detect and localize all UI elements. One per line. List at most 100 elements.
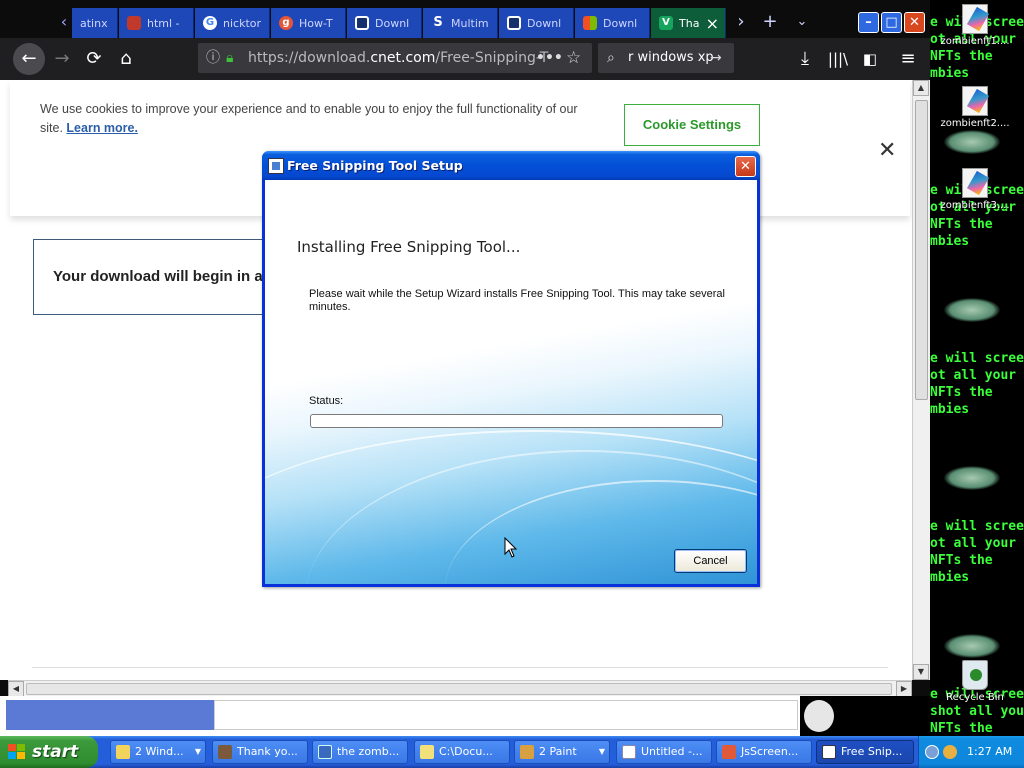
close-window-button[interactable]: ✕ bbox=[904, 12, 925, 33]
tab-3[interactable]: G nicktor bbox=[195, 8, 270, 38]
desktop-icon-zombienft3[interactable]: zombienft3.... bbox=[930, 168, 1020, 211]
tab-2[interactable]: html - bbox=[119, 8, 194, 38]
taskbar-item-documents[interactable]: C:\Docu... bbox=[414, 740, 510, 764]
scroll-tabs-right-icon[interactable]: › bbox=[729, 10, 753, 34]
start-label: start bbox=[32, 742, 79, 762]
tab-5[interactable]: Downl bbox=[347, 8, 422, 38]
desktop-icon-zombienft2[interactable]: zombienft2.... bbox=[930, 86, 1020, 129]
panel-field bbox=[214, 700, 798, 730]
taskbar-item-label: Free Snip... bbox=[841, 745, 903, 758]
url-bar[interactable]: ⓘ 🔒︎ https://download.cnet.com/Free-Snip… bbox=[198, 43, 592, 73]
search-input[interactable]: r windows xp bbox=[628, 50, 714, 65]
search-bar[interactable]: ⌕ r windows xp → bbox=[598, 43, 734, 73]
minimize-button[interactable]: – bbox=[858, 12, 879, 33]
installer-icon bbox=[822, 745, 836, 759]
tab-label: Multim bbox=[451, 16, 489, 30]
url-host: cnet.com bbox=[370, 50, 436, 66]
search-go-icon[interactable]: → bbox=[710, 43, 722, 73]
sidebar-icon[interactable]: ◧ bbox=[854, 43, 886, 75]
taskbar-item-paint[interactable]: 2 Paint ▼ bbox=[514, 740, 610, 764]
taskbar-item-label: the zomb... bbox=[337, 745, 400, 758]
horizontal-scroll-thumb[interactable] bbox=[26, 683, 892, 695]
tab-label: Downl bbox=[375, 16, 410, 30]
reload-icon[interactable]: ⟳ bbox=[78, 43, 110, 75]
page-actions-icon[interactable]: ••• bbox=[536, 43, 563, 73]
dialog-close-button[interactable]: ✕ bbox=[735, 156, 756, 177]
tab-label: atinx bbox=[80, 16, 108, 30]
folder-icon bbox=[116, 745, 130, 759]
dialog-title-bar[interactable]: Free Snipping Tool Setup ✕ bbox=[262, 151, 760, 180]
bottom-panel bbox=[0, 696, 930, 736]
zombie-image bbox=[944, 466, 1000, 490]
url-prefix: https://download. bbox=[248, 50, 371, 66]
taskbar: start 2 Wind... ▼ Thank yo... the zomb..… bbox=[0, 736, 1024, 768]
new-tab-icon[interactable]: + bbox=[758, 10, 782, 34]
desktop: e will screen ot all your NFTs the mbies… bbox=[930, 0, 1024, 736]
tab-1[interactable]: atinx bbox=[72, 8, 118, 38]
app-icon bbox=[218, 745, 232, 759]
scroll-left-icon[interactable]: ◀ bbox=[8, 681, 24, 697]
info-icon[interactable]: ⓘ bbox=[206, 43, 220, 73]
desktop-icon-label: zombienft3.... bbox=[940, 200, 1010, 211]
bookmark-star-icon[interactable]: ☆ bbox=[566, 43, 581, 73]
taskbar-item-thank-you[interactable]: Thank yo... bbox=[212, 740, 308, 764]
vertical-scroll-thumb[interactable] bbox=[915, 100, 928, 400]
tab-favicon-icon bbox=[355, 16, 369, 30]
back-button[interactable]: ← bbox=[13, 43, 45, 75]
tab-label: How-T bbox=[299, 16, 333, 30]
scroll-right-icon[interactable]: ▶ bbox=[896, 681, 912, 697]
tray-expand-icon[interactable] bbox=[925, 745, 939, 759]
system-tray: 1:27 AM bbox=[918, 736, 1024, 768]
scroll-up-icon[interactable]: ▲ bbox=[913, 80, 929, 96]
vertical-scrollbar[interactable]: ▲ ▼ bbox=[912, 80, 930, 680]
tab-8[interactable]: Downl bbox=[575, 8, 650, 38]
tab-6[interactable]: S Multim bbox=[423, 8, 498, 38]
forward-button[interactable]: → bbox=[46, 43, 78, 75]
search-icon: ⌕ bbox=[607, 50, 615, 66]
zombie-image bbox=[944, 130, 1000, 154]
app-icon bbox=[722, 745, 736, 759]
taskbar-item-windows[interactable]: 2 Wind... ▼ bbox=[110, 740, 206, 764]
learn-more-link[interactable]: Learn more. bbox=[66, 121, 138, 135]
cookie-settings-button[interactable]: Cookie Settings bbox=[624, 104, 760, 146]
navigation-toolbar: ← → ⟳ ⌂ ⓘ 🔒︎ https://download.cnet.com/F… bbox=[0, 38, 930, 80]
lock-icon: 🔒︎ bbox=[226, 50, 234, 66]
setup-dialog: Free Snipping Tool Setup ✕ Installing Fr… bbox=[262, 151, 760, 587]
cancel-button[interactable]: Cancel bbox=[674, 549, 747, 573]
taskbar-item-free-snipping[interactable]: Free Snip... bbox=[816, 740, 914, 764]
tab-label: nicktor bbox=[223, 16, 262, 30]
document-icon bbox=[318, 745, 332, 759]
taskbar-item-jsscreen[interactable]: JsScreen... bbox=[716, 740, 812, 764]
close-cookie-banner-icon[interactable]: ✕ bbox=[878, 138, 896, 163]
library-icon[interactable]: |||\ bbox=[822, 43, 854, 75]
tab-4[interactable]: g How-T bbox=[271, 8, 346, 38]
scroll-down-icon[interactable]: ▼ bbox=[913, 664, 929, 680]
zombie-image bbox=[944, 634, 1000, 658]
menu-icon[interactable]: ≡ bbox=[892, 43, 924, 75]
home-icon[interactable]: ⌂ bbox=[110, 43, 142, 75]
start-button[interactable]: start bbox=[0, 736, 98, 768]
microsoft-icon bbox=[583, 16, 597, 30]
taskbar-item-zombie[interactable]: the zomb... bbox=[312, 740, 408, 764]
downloads-icon[interactable]: ⤓ bbox=[789, 43, 821, 75]
maximize-button[interactable]: □ bbox=[881, 12, 902, 33]
list-tabs-icon[interactable]: ⌄ bbox=[790, 10, 814, 34]
desktop-icon-zombienft1[interactable]: zombienft1.... bbox=[930, 4, 1020, 47]
horizontal-scrollbar[interactable]: ◀ ▶ bbox=[8, 680, 912, 697]
clock[interactable]: 1:27 AM bbox=[967, 736, 1012, 768]
desktop-icon-recycle-bin[interactable]: Recycle Bin bbox=[930, 660, 1020, 703]
desktop-icon-label: zombienft2.... bbox=[940, 118, 1010, 129]
close-tab-icon[interactable]: × bbox=[706, 14, 719, 33]
divider bbox=[32, 667, 888, 668]
install-progress-bar bbox=[310, 414, 723, 428]
tab-7[interactable]: Downl bbox=[499, 8, 574, 38]
notepad-icon bbox=[420, 745, 434, 759]
tab-9-active[interactable]: V Tha × bbox=[651, 8, 726, 38]
tab-favicon-icon bbox=[127, 16, 141, 30]
dialog-body: Installing Free Snipping Tool... Please … bbox=[265, 180, 757, 584]
taskbar-item-untitled[interactable]: Untitled -... bbox=[616, 740, 712, 764]
ghost-icon bbox=[804, 700, 834, 732]
taskbar-item-label: Untitled -... bbox=[641, 745, 703, 758]
network-icon[interactable] bbox=[943, 745, 957, 759]
zombie-image bbox=[944, 298, 1000, 322]
